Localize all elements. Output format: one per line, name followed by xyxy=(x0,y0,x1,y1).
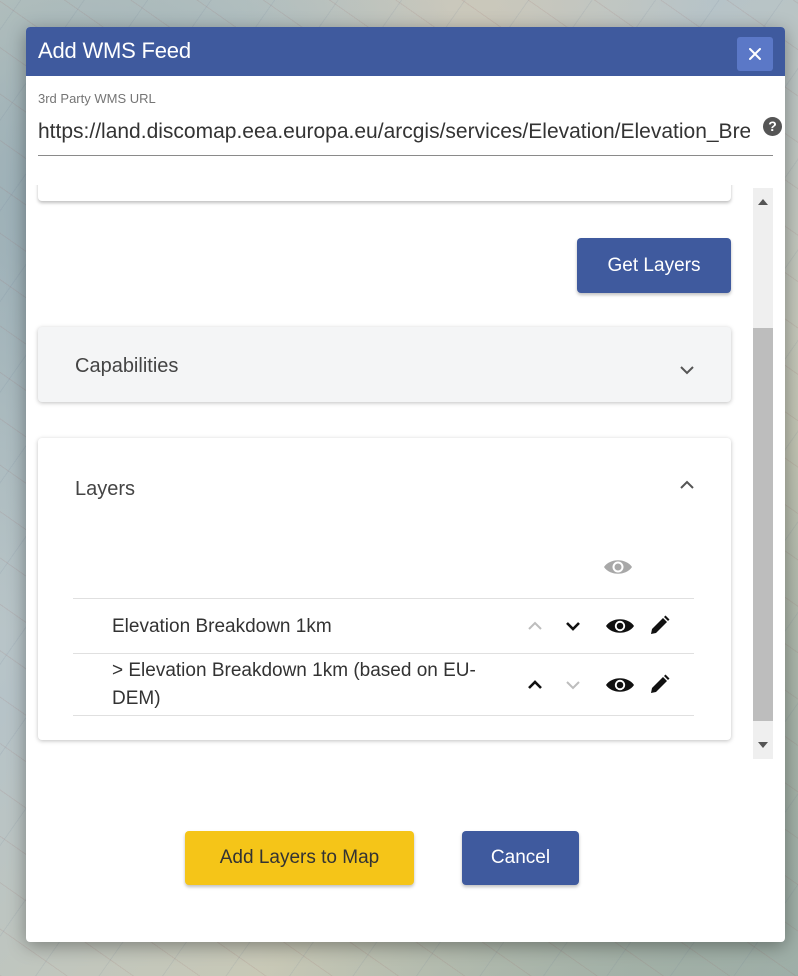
move-layer-down-button[interactable] xyxy=(560,613,586,639)
dialog-header: Add WMS Feed xyxy=(26,27,785,76)
pencil-icon xyxy=(651,674,670,693)
layer-list: Elevation Breakdown 1km > Elevation Brea… xyxy=(73,598,694,716)
toggle-visibility-button[interactable] xyxy=(604,613,636,639)
close-icon xyxy=(749,48,761,60)
chevron-down-icon xyxy=(566,622,580,631)
move-layer-up-button xyxy=(522,613,548,639)
chevron-up-icon xyxy=(528,621,542,630)
add-layers-to-map-button[interactable]: Add Layers to Map xyxy=(185,831,414,885)
layer-name: Elevation Breakdown 1km xyxy=(112,616,332,637)
edit-layer-button[interactable] xyxy=(646,613,672,639)
move-layer-down-button xyxy=(560,672,586,698)
layer-name: > Elevation Breakdown 1km (based on EU-D… xyxy=(112,660,476,709)
vertical-scrollbar[interactable] xyxy=(753,188,773,759)
layer-row: Elevation Breakdown 1km xyxy=(73,599,694,654)
scroll-down-arrow-icon[interactable] xyxy=(753,735,773,755)
url-field-label: 3rd Party WMS URL xyxy=(38,91,156,106)
pencil-icon xyxy=(651,615,670,634)
chevron-down-icon[interactable] xyxy=(676,359,698,381)
get-layers-button[interactable]: Get Layers xyxy=(577,238,731,293)
chevron-down-icon xyxy=(566,681,580,690)
layer-row: > Elevation Breakdown 1km (based on EU-D… xyxy=(73,654,694,716)
layers-panel-title: Layers xyxy=(75,478,136,500)
move-layer-up-button[interactable] xyxy=(522,672,548,698)
top-card xyxy=(38,185,731,201)
wms-url-input[interactable]: https://land.discomap.eea.europa.eu/arcg… xyxy=(38,120,750,150)
chevron-up-icon[interactable] xyxy=(676,474,698,496)
cancel-button[interactable]: Cancel xyxy=(462,831,579,885)
dialog-scroll-area: Get Layers Capabilities Layers Elevation… xyxy=(26,185,771,760)
capabilities-panel-title: Capabilities xyxy=(75,355,179,377)
eye-icon xyxy=(606,619,634,633)
wms-url-field[interactable]: https://land.discomap.eea.europa.eu/arcg… xyxy=(38,115,782,156)
dialog-title: Add WMS Feed xyxy=(38,38,191,63)
add-wms-feed-dialog: Add WMS Feed 3rd Party WMS URL https://l… xyxy=(26,27,785,942)
scrollbar-thumb[interactable] xyxy=(753,328,773,721)
capabilities-panel[interactable]: Capabilities xyxy=(38,327,731,402)
close-button[interactable] xyxy=(737,37,773,71)
visibility-column-eye-icon[interactable] xyxy=(602,556,634,580)
layer-row-actions xyxy=(522,672,672,700)
eye-icon xyxy=(606,678,634,692)
toggle-visibility-button[interactable] xyxy=(604,672,636,698)
chevron-up-icon xyxy=(528,680,542,689)
edit-layer-button[interactable] xyxy=(646,672,672,698)
help-icon[interactable]: ? xyxy=(763,117,782,136)
scroll-up-arrow-icon[interactable] xyxy=(753,192,773,212)
layers-panel: Layers Elevation Breakdown 1km > Elevati… xyxy=(38,438,731,740)
layer-row-actions xyxy=(522,613,672,641)
